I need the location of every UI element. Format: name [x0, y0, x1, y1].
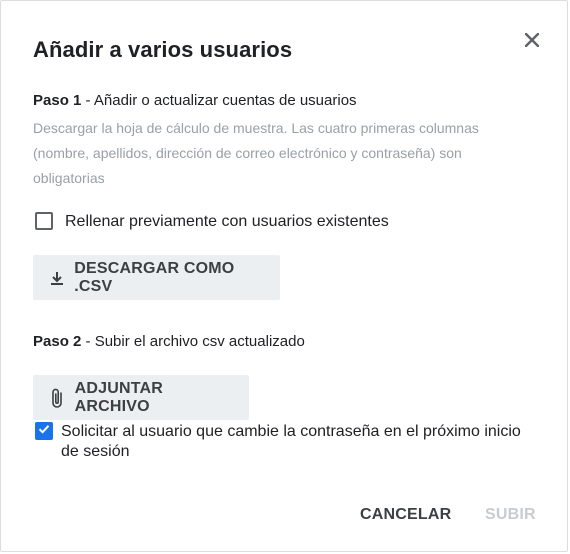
step1-text: - Añadir o actualizar cuentas de usuario…	[81, 92, 357, 109]
submit-button[interactable]: SUBIR	[485, 506, 536, 524]
prefill-checkbox[interactable]	[35, 212, 53, 230]
close-icon	[524, 31, 540, 52]
checkmark-icon	[38, 422, 50, 440]
paperclip-icon	[47, 388, 67, 408]
prefill-checkbox-label[interactable]: Rellenar previamente con usuarios existe…	[65, 212, 389, 232]
download-csv-label: DESCARGAR COMO .CSV	[74, 259, 235, 295]
attach-file-label: ADJUNTAR ARCHIVO	[74, 379, 164, 415]
force-password-change-label[interactable]: Solicitar al usuario que cambie la contr…	[61, 422, 531, 462]
force-password-change-option: Solicitar al usuario que cambie la contr…	[35, 422, 531, 462]
prefill-option: Rellenar previamente con usuarios existe…	[35, 212, 389, 232]
step2-text: - Subir el archivo csv actualizado	[81, 333, 305, 350]
cancel-button[interactable]: CANCELAR	[360, 506, 451, 524]
download-icon	[47, 268, 66, 288]
step2-label: Paso 2	[33, 333, 82, 350]
step1-heading: Paso 1 - Añadir o actualizar cuentas de …	[33, 92, 357, 109]
dialog-title: Añadir a varios usuarios	[33, 37, 293, 62]
step1-label: Paso 1	[33, 92, 82, 109]
force-password-change-checkbox[interactable]	[35, 422, 53, 440]
step2-heading: Paso 2 - Subir el archivo csv actualizad…	[33, 333, 305, 350]
close-button[interactable]	[517, 29, 547, 55]
bulk-add-users-dialog: Añadir a varios usuarios Paso 1 - Añadir…	[0, 0, 568, 552]
attach-file-button[interactable]: ADJUNTAR ARCHIVO	[33, 375, 249, 420]
step1-description: Descargar la hoja de cálculo de muestra.…	[33, 120, 479, 186]
download-csv-button[interactable]: DESCARGAR COMO .CSV	[33, 255, 280, 300]
